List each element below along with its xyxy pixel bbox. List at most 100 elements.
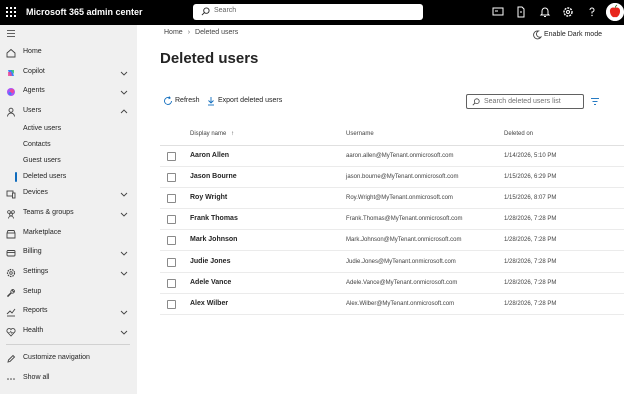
person-icon xyxy=(7,107,15,117)
help-icon[interactable] xyxy=(586,6,598,18)
sidebar-item-devices[interactable]: Devices xyxy=(0,186,137,202)
gear-icon[interactable] xyxy=(562,6,574,18)
chevron-down-icon xyxy=(120,310,128,315)
sidebar-item-copilot[interactable]: Copilot xyxy=(0,65,137,81)
chevron-down-icon xyxy=(120,251,128,256)
row-checkbox[interactable] xyxy=(167,300,176,309)
row-checkbox[interactable] xyxy=(167,279,176,288)
column-header-username[interactable]: Username xyxy=(346,131,374,137)
display-name-link[interactable]: Adele Vance xyxy=(190,279,231,286)
display-name-link[interactable]: Frank Thomas xyxy=(190,215,238,222)
chevron-down-icon xyxy=(120,71,128,76)
username-cell: Roy.Wright@MyTenant.onmicrosoft.com xyxy=(346,195,453,201)
top-bar: Microsoft 365 admin center Search xyxy=(0,0,624,25)
sidebar-item-label: Devices xyxy=(23,189,48,196)
sidebar-item-teams-groups[interactable]: Teams & groups xyxy=(0,206,137,222)
table-row[interactable]: Frank Thomas Frank.Thomas@MyTenant.onmic… xyxy=(160,209,624,230)
row-checkbox[interactable] xyxy=(167,258,176,267)
display-name-link[interactable]: Mark Johnson xyxy=(190,236,237,243)
sidebar-item-reports[interactable]: Reports xyxy=(0,304,137,320)
sidebar-item-label: Copilot xyxy=(23,68,45,75)
sidebar-item-label: Users xyxy=(23,107,42,114)
app-title[interactable]: Microsoft 365 admin center xyxy=(26,7,143,17)
breadcrumb-home-link[interactable]: Home xyxy=(164,29,183,36)
table-row[interactable]: Judie Jones Judie.Jones@MyTenant.onmicro… xyxy=(160,252,624,273)
sidebar-item-marketplace[interactable]: Marketplace xyxy=(0,226,137,242)
app-launcher-icon[interactable] xyxy=(6,7,16,17)
deleted-users-search-input[interactable]: Search deleted users list xyxy=(484,98,561,105)
display-name-link[interactable]: Aaron Allen xyxy=(190,152,229,159)
hamburger-icon[interactable] xyxy=(7,30,15,37)
chevron-down-icon xyxy=(120,271,128,276)
chevron-down-icon xyxy=(120,330,128,335)
filter-icon[interactable] xyxy=(590,97,600,106)
sidebar-item-agents[interactable]: Agents xyxy=(0,84,137,100)
sidebar-item-billing[interactable]: Billing xyxy=(0,245,137,261)
moon-icon xyxy=(533,30,542,40)
table-row[interactable]: Mark Johnson Mark.Johnson@MyTenant.onmic… xyxy=(160,230,624,251)
breadcrumb-current: Deleted users xyxy=(195,29,239,36)
sort-ascending-icon: ↑ xyxy=(231,131,235,137)
column-header-display-name[interactable]: Display name ↑ xyxy=(190,131,234,137)
download-icon xyxy=(208,97,214,106)
sidebar-item-settings[interactable]: Settings xyxy=(0,265,137,281)
sidebar-item-home[interactable]: Home xyxy=(0,45,137,61)
sidebar-subitem-deleted-users[interactable]: Deleted users xyxy=(0,170,137,184)
global-search-box[interactable]: Search xyxy=(193,4,423,20)
sidebar-item-label: Show all xyxy=(23,374,50,381)
sidebar-item-label: Home xyxy=(23,48,42,55)
sidebar-item-label: Customize navigation xyxy=(23,354,90,361)
deleted-on-cell: 1/28/2026, 7:28 PM xyxy=(504,301,557,307)
row-checkbox[interactable] xyxy=(167,215,176,224)
refresh-icon xyxy=(164,96,172,105)
avatar[interactable] xyxy=(606,3,624,21)
sidebar-subitem-label: Contacts xyxy=(23,141,51,148)
sidebar-item-label: Billing xyxy=(23,248,42,255)
gear-icon xyxy=(6,268,16,278)
display-name-link[interactable]: Alex Wilber xyxy=(190,300,228,307)
sidebar-subitem-active-users[interactable]: Active users xyxy=(0,122,137,136)
tv-icon[interactable] xyxy=(492,6,504,18)
table-row[interactable]: Aaron Allen aaron.allen@MyTenant.onmicro… xyxy=(160,146,624,167)
export-deleted-users-button[interactable]: Export deleted users xyxy=(206,96,286,108)
display-name-link[interactable]: Jason Bourne xyxy=(190,173,237,180)
billing-icon xyxy=(6,250,16,257)
row-checkbox[interactable] xyxy=(167,194,176,203)
sidebar-subitem-contacts[interactable]: Contacts xyxy=(0,138,137,152)
deleted-on-cell: 1/15/2026, 6:29 PM xyxy=(504,174,557,180)
sidebar-item-label: Agents xyxy=(23,87,45,94)
sidebar-subitem-guest-users[interactable]: Guest users xyxy=(0,154,137,168)
table-row[interactable]: Adele Vance Adele.Vance@MyTenant.onmicro… xyxy=(160,273,624,294)
bell-icon[interactable] xyxy=(539,6,551,18)
table-row[interactable]: Roy Wright Roy.Wright@MyTenant.onmicroso… xyxy=(160,188,624,209)
deleted-users-search-box[interactable]: Search deleted users list xyxy=(466,94,584,109)
search-icon xyxy=(472,98,480,106)
table-row[interactable]: Jason Bourne jason.bourne@MyTenant.onmic… xyxy=(160,167,624,188)
chevron-down-icon xyxy=(120,212,128,217)
sidebar-item-health[interactable]: Health xyxy=(0,324,137,340)
refresh-button[interactable]: Refresh xyxy=(163,96,203,108)
table-row[interactable]: Alex Wilber Alex.Wilber@MyTenant.onmicro… xyxy=(160,294,624,315)
apple-avatar-icon xyxy=(606,3,624,21)
sidebar-item-setup[interactable]: Setup xyxy=(0,285,137,301)
show-all-button[interactable]: Show all xyxy=(0,371,137,387)
display-name-link[interactable]: Judie Jones xyxy=(190,258,230,265)
more-icon xyxy=(7,378,15,380)
row-checkbox[interactable] xyxy=(167,152,176,161)
username-cell: Frank.Thomas@MyTenant.onmicrosoft.com xyxy=(346,216,463,222)
sidebar-item-users[interactable]: Users xyxy=(0,104,137,120)
deleted-on-cell: 1/28/2026, 7:28 PM xyxy=(504,237,557,243)
row-checkbox[interactable] xyxy=(167,236,176,245)
display-name-link[interactable]: Roy Wright xyxy=(190,194,227,201)
row-checkbox[interactable] xyxy=(167,173,176,182)
global-search-input[interactable]: Search xyxy=(214,7,236,14)
deleted-on-cell: 1/15/2026, 8:07 PM xyxy=(504,195,557,201)
column-header-deleted-on[interactable]: Deleted on xyxy=(504,131,533,137)
customize-navigation-button[interactable]: Customize navigation xyxy=(0,351,137,367)
username-cell: jason.bourne@MyTenant.onmicrosoft.com xyxy=(346,174,459,180)
username-cell: Adele.Vance@MyTenant.onmicrosoft.com xyxy=(346,280,458,286)
home-icon xyxy=(6,48,16,58)
document-icon[interactable] xyxy=(515,6,527,18)
sidebar-item-label: Health xyxy=(23,327,44,334)
username-cell: Judie.Jones@MyTenant.onmicrosoft.com xyxy=(346,259,456,265)
